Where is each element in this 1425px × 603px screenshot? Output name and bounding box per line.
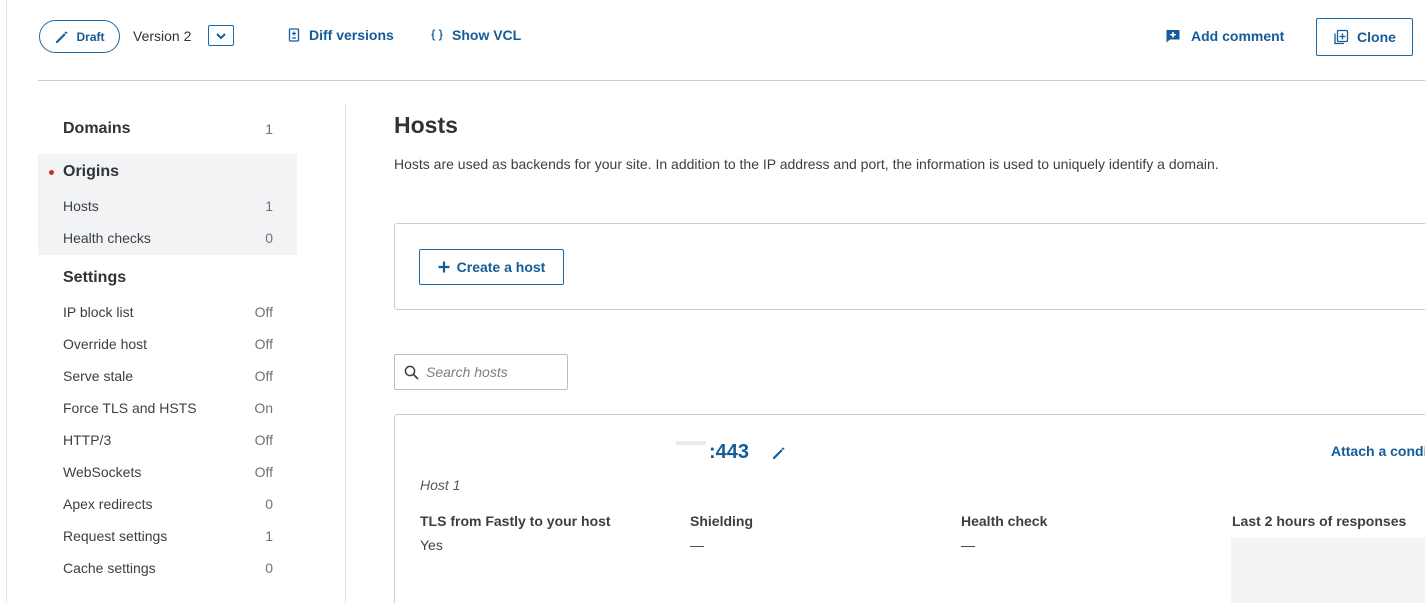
sidebar-item-status: Off xyxy=(254,304,273,320)
draft-badge[interactable]: Draft xyxy=(39,20,120,53)
create-host-label: Create a host xyxy=(456,259,546,275)
sidebar-item-domains[interactable]: Domains 1 xyxy=(38,120,298,138)
sidebar-item-label: Serve stale xyxy=(63,368,134,384)
sidebar-item-hosts[interactable]: Hosts 1 xyxy=(38,198,298,214)
health-check-column-value: — xyxy=(961,537,975,553)
sidebar-item-count: 0 xyxy=(265,230,273,246)
comment-add-icon xyxy=(1166,30,1180,43)
pencil-icon xyxy=(56,30,69,43)
responses-sparkline xyxy=(1231,538,1425,603)
sidebar-item-apex-redirects[interactable]: Apex redirects 0 xyxy=(38,496,298,512)
page-description: Hosts are used as backends for your site… xyxy=(394,156,1219,172)
plus-icon xyxy=(438,261,450,273)
add-comment-label: Add comment xyxy=(1191,28,1285,44)
create-host-button[interactable]: Create a host xyxy=(419,249,564,285)
redacted-hostname xyxy=(676,441,706,445)
sidebar-item-force-tls[interactable]: Force TLS and HSTS On xyxy=(38,400,298,416)
sidebar-item-websockets[interactable]: WebSockets Off xyxy=(38,464,298,480)
clone-label: Clone xyxy=(1357,29,1396,45)
sidebar-item-serve-stale[interactable]: Serve stale Off xyxy=(38,368,298,384)
sidebar-item-count: 0 xyxy=(265,560,273,576)
responses-column-header: Last 2 hours of responses xyxy=(1232,513,1407,529)
sidebar-item-status: Off xyxy=(254,432,273,448)
host-port: :443 xyxy=(709,441,750,463)
sidebar-item-override-host[interactable]: Override host Off xyxy=(38,336,298,352)
sidebar-item-health-checks[interactable]: Health checks 0 xyxy=(38,230,298,246)
sidebar-item-label: Domains xyxy=(63,120,131,137)
shielding-column-value: — xyxy=(690,537,704,553)
sidebar-item-status: Off xyxy=(254,464,273,480)
sidebar-item-request-settings[interactable]: Request settings 1 xyxy=(38,528,298,544)
sidebar-item-label: Cache settings xyxy=(63,560,156,576)
add-comment-button[interactable]: Add comment xyxy=(1165,28,1284,44)
page-title: Hosts xyxy=(394,112,458,138)
version-toolbar: Draft Version 2 Diff versions Show VCL A… xyxy=(0,0,1425,80)
window-edge xyxy=(6,0,7,603)
sidebar-item-status: On xyxy=(254,400,273,416)
attach-condition-link[interactable]: Attach a condition xyxy=(1331,443,1425,459)
sidebar-item-count: 1 xyxy=(265,528,273,544)
sidebar-item-count: 1 xyxy=(265,121,273,137)
diff-versions-link[interactable]: Diff versions xyxy=(287,27,394,43)
show-vcl-link[interactable]: Show VCL xyxy=(430,27,521,43)
version-dropdown-button[interactable] xyxy=(208,25,234,46)
show-vcl-label: Show VCL xyxy=(452,27,522,43)
tls-column-value: Yes xyxy=(420,537,443,553)
sidebar-item-label: Override host xyxy=(63,336,148,352)
sidebar-item-label: HTTP/3 xyxy=(63,432,112,448)
toolbar-divider xyxy=(38,80,1425,81)
search-hosts-input[interactable] xyxy=(426,364,566,380)
sidebar-item-label: Request settings xyxy=(63,528,168,544)
sidebar-item-cache-settings[interactable]: Cache settings 0 xyxy=(38,560,298,576)
sidebar-item-label: Apex redirects xyxy=(63,496,153,512)
braces-icon xyxy=(431,29,443,41)
sidebar-item-status: Off xyxy=(254,368,273,384)
version-label: Version 2 xyxy=(133,28,192,44)
clone-button[interactable]: Clone xyxy=(1316,18,1413,56)
sidebar-item-status: Off xyxy=(254,336,273,352)
sidebar-divider xyxy=(345,104,346,603)
sidebar-section-settings[interactable]: Settings xyxy=(38,269,298,287)
sidebar-item-count: 1 xyxy=(265,198,273,214)
sidebar-item-label: WebSockets xyxy=(63,464,142,480)
sidebar-item-count: 0 xyxy=(265,496,273,512)
sidebar-item-label: Hosts xyxy=(63,198,99,214)
search-icon xyxy=(404,365,419,380)
sidebar-section-origins[interactable]: Origins xyxy=(38,163,298,181)
chevron-down-icon xyxy=(216,32,226,39)
sidebar-section-label: Origins xyxy=(63,163,120,180)
copy-icon xyxy=(1334,29,1349,45)
search-hosts-field[interactable] xyxy=(394,354,568,390)
edit-pencil-icon[interactable] xyxy=(771,445,787,461)
file-diff-icon xyxy=(288,28,300,42)
sidebar-item-label: Health checks xyxy=(63,230,151,246)
tls-column-header: TLS from Fastly to your host xyxy=(420,513,611,529)
host-name: Host 1 xyxy=(420,477,461,493)
health-check-column-header: Health check xyxy=(961,513,1048,529)
diff-versions-label: Diff versions xyxy=(309,27,394,43)
sidebar-item-http3[interactable]: HTTP/3 Off xyxy=(38,432,298,448)
sidebar-section-label: Settings xyxy=(63,269,127,286)
shielding-column-header: Shielding xyxy=(690,513,753,529)
sidebar-item-label: Force TLS and HSTS xyxy=(63,400,197,416)
sidebar-item-label: IP block list xyxy=(63,304,134,320)
draft-label: Draft xyxy=(76,29,105,44)
sidebar-item-ip-block-list[interactable]: IP block list Off xyxy=(38,304,298,320)
